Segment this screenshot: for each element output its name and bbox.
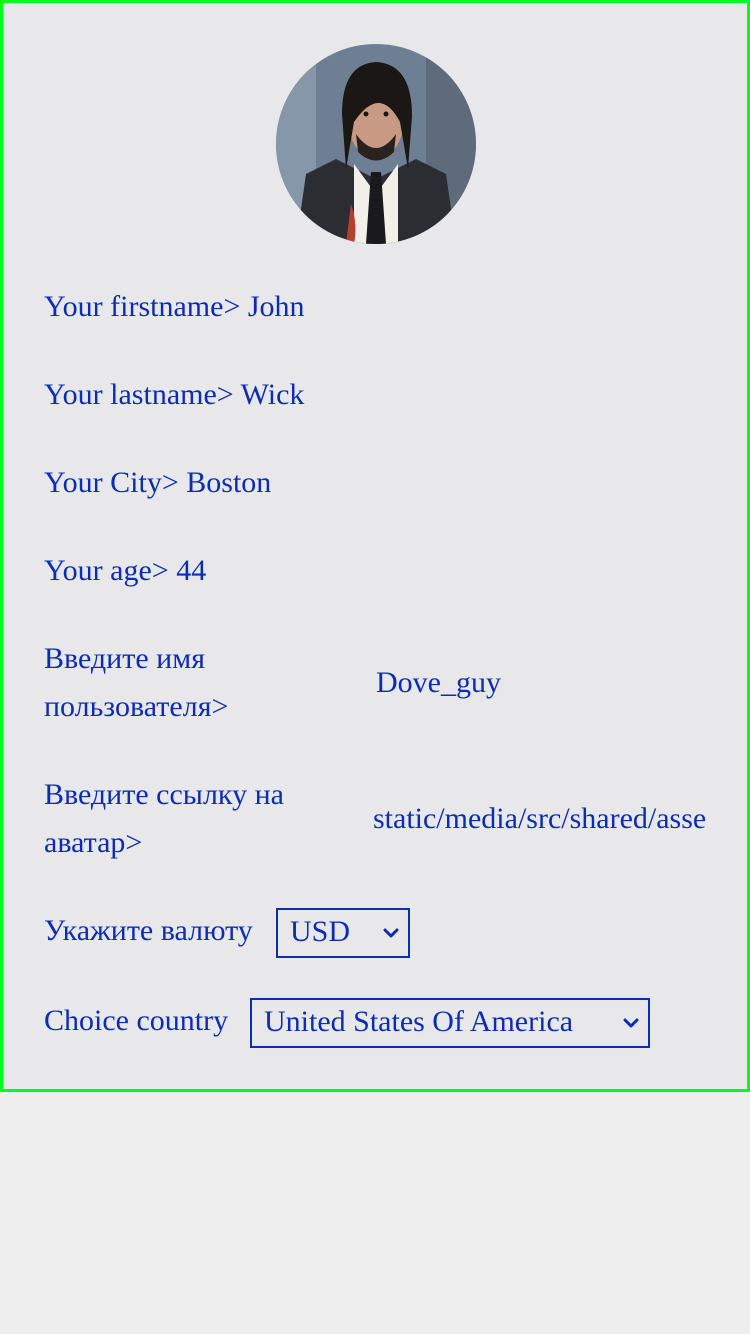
firstname-value[interactable]: John [248, 290, 305, 323]
username-input[interactable]: Dove_guy [376, 659, 706, 707]
city-label: Your City> [44, 466, 179, 499]
age-row: Your age> 44 [44, 547, 206, 595]
city-row: Your City> Boston [44, 459, 271, 507]
age-value[interactable]: 44 [176, 554, 206, 587]
firstname-row: Your firstname> John [44, 283, 305, 331]
username-label: Введите имя пользователя> [44, 642, 229, 723]
avatar-link-label: Введите ссылку на аватар> [44, 778, 284, 859]
avatar-photo [276, 44, 476, 244]
profile-card: Your firstname> John Your lastname> Wick… [0, 0, 750, 1092]
chevron-down-icon [623, 1018, 639, 1028]
country-label: Choice country [44, 1004, 229, 1037]
currency-select[interactable]: USD [276, 908, 410, 958]
chevron-down-icon [383, 928, 399, 938]
lastname-row: Your lastname> Wick [44, 371, 304, 419]
country-select-value: United States Of America [264, 1005, 574, 1038]
avatar-link-input[interactable]: static/media/src/shared/assets [373, 795, 706, 843]
age-label: Your age> [44, 554, 169, 587]
city-value[interactable]: Boston [186, 466, 271, 499]
lastname-value[interactable]: Wick [241, 378, 305, 411]
lastname-label: Your lastname> [44, 378, 234, 411]
country-select[interactable]: United States Of America [250, 998, 650, 1048]
profile-avatar [276, 44, 476, 244]
currency-label: Укажите валюту [44, 914, 253, 947]
currency-select-value: USD [290, 915, 351, 948]
firstname-label: Your firstname> [44, 290, 241, 323]
